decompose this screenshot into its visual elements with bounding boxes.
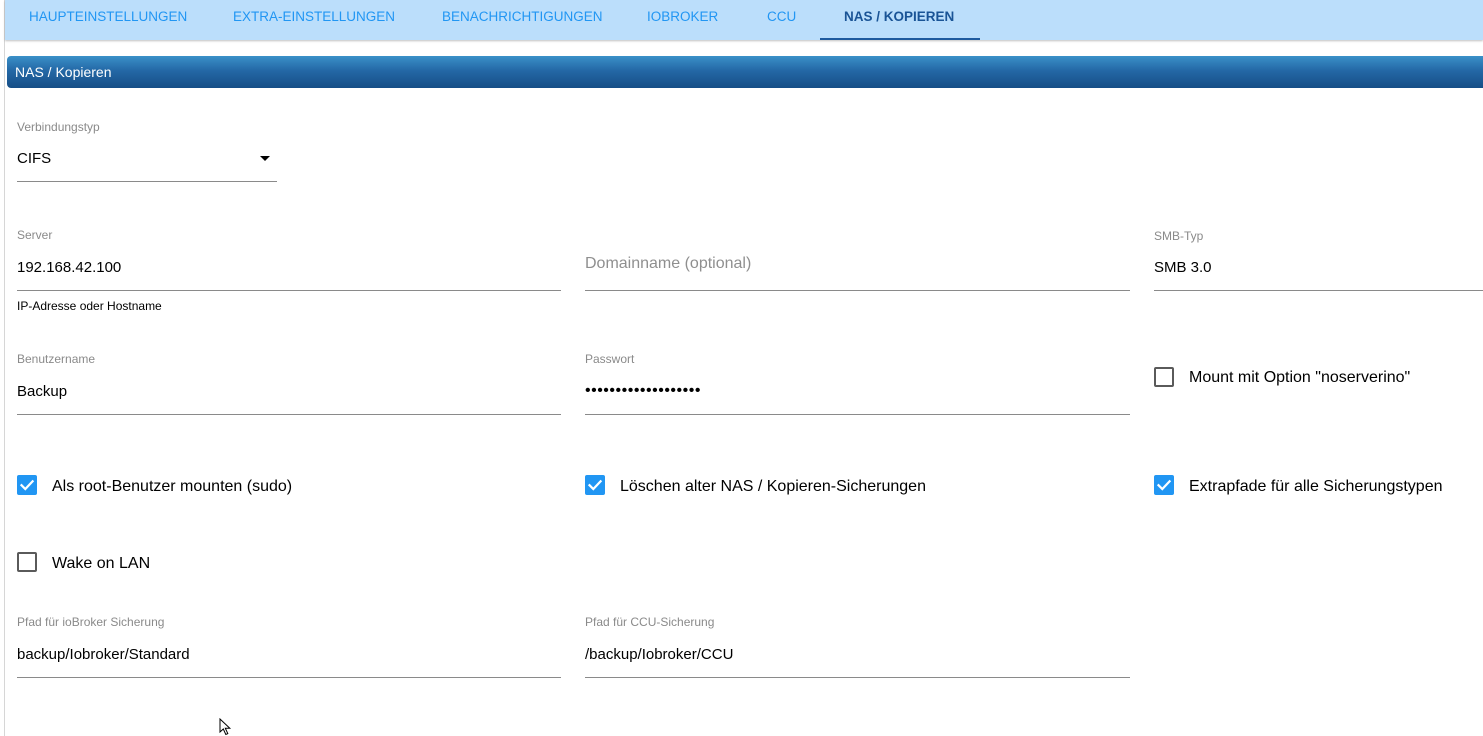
wol-checkbox[interactable] xyxy=(17,552,37,572)
wol-label: Wake on LAN xyxy=(52,555,151,572)
iobroker-path-label: Pfad für ioBroker Sicherung xyxy=(17,615,165,629)
smb-type-label: SMB-Typ xyxy=(1154,229,1204,243)
delete-old-label: Löschen alter NAS / Kopieren-Sicherungen xyxy=(620,478,926,495)
extra-paths-label: Extrapfade für alle Sicherungstypen xyxy=(1189,478,1443,495)
ccu-path-value: /backup/Iobroker/CCU xyxy=(585,646,734,663)
domain-input[interactable]: Domainname (optional) xyxy=(585,250,1130,291)
username-label: Benutzername xyxy=(17,352,96,366)
server-value: 192.168.42.100 xyxy=(17,259,122,276)
connection-type-select[interactable]: CIFS xyxy=(17,140,277,182)
tab-bar: HAUPTEINSTELLUNGEN EXTRA-EINSTELLUNGEN B… xyxy=(5,0,1483,40)
password-label: Passwort xyxy=(585,352,635,366)
tab-ccu[interactable]: CCU xyxy=(767,0,796,40)
check-icon xyxy=(19,479,35,491)
connection-type-underline xyxy=(17,181,277,182)
delete-old-checkbox[interactable] xyxy=(585,475,605,495)
noserverino-checkbox[interactable] xyxy=(1154,367,1174,387)
extra-paths-checkbox[interactable] xyxy=(1154,475,1174,495)
server-input[interactable]: 192.168.42.100 xyxy=(17,250,561,291)
sudo-label: Als root-Benutzer mounten (sudo) xyxy=(52,478,293,495)
password-value: ••••••••••••••••••• xyxy=(585,382,701,399)
noserverino-label: Mount mit Option "noserverino" xyxy=(1189,369,1411,386)
username-underline xyxy=(17,414,561,415)
smb-type-underline xyxy=(1154,290,1483,291)
username-input[interactable]: Backup xyxy=(17,374,561,415)
sudo-checkbox[interactable] xyxy=(17,475,37,495)
ccu-path-label: Pfad für CCU-Sicherung xyxy=(585,615,715,629)
check-icon xyxy=(587,479,603,491)
mouse-pointer-icon xyxy=(219,718,232,736)
server-helper-text: IP-Adresse oder Hostname xyxy=(17,299,162,313)
section-header: NAS / Kopieren xyxy=(7,56,1483,88)
iobroker-path-input[interactable]: backup/Iobroker/Standard xyxy=(17,637,561,678)
left-border xyxy=(4,0,5,736)
smb-type-value: SMB 3.0 xyxy=(1154,259,1212,276)
server-label: Server xyxy=(17,228,53,242)
active-tab-indicator xyxy=(820,38,980,40)
connection-type-label: Verbindungstyp xyxy=(17,120,100,134)
password-underline xyxy=(585,414,1130,415)
iobroker-path-value: backup/Iobroker/Standard xyxy=(17,646,190,663)
domain-placeholder: Domainname (optional) xyxy=(585,255,752,272)
section-title: NAS / Kopieren xyxy=(15,64,112,80)
server-underline xyxy=(17,290,561,291)
smb-type-input[interactable]: SMB 3.0 xyxy=(1154,250,1483,291)
caret-down-icon xyxy=(260,156,270,161)
iobroker-path-underline xyxy=(17,677,561,678)
ccu-path-underline xyxy=(585,677,1130,678)
password-input[interactable]: ••••••••••••••••••• xyxy=(585,374,1130,415)
tab-haupteinstellungen[interactable]: HAUPTEINSTELLUNGEN xyxy=(29,0,187,40)
ccu-path-input[interactable]: /backup/Iobroker/CCU xyxy=(585,637,1130,678)
tab-iobroker[interactable]: IOBROKER xyxy=(647,0,718,40)
username-value: Backup xyxy=(17,383,68,400)
tab-benachrichtigungen[interactable]: BENACHRICHTIGUNGEN xyxy=(442,0,603,40)
check-icon xyxy=(1156,479,1172,491)
connection-type-value: CIFS xyxy=(17,150,52,167)
settings-page: HAUPTEINSTELLUNGEN EXTRA-EINSTELLUNGEN B… xyxy=(0,0,1483,736)
tab-nas-kopieren[interactable]: NAS / KOPIEREN xyxy=(844,0,954,40)
domain-underline xyxy=(585,290,1130,291)
tab-extra-einstellungen[interactable]: EXTRA-EINSTELLUNGEN xyxy=(233,0,395,40)
